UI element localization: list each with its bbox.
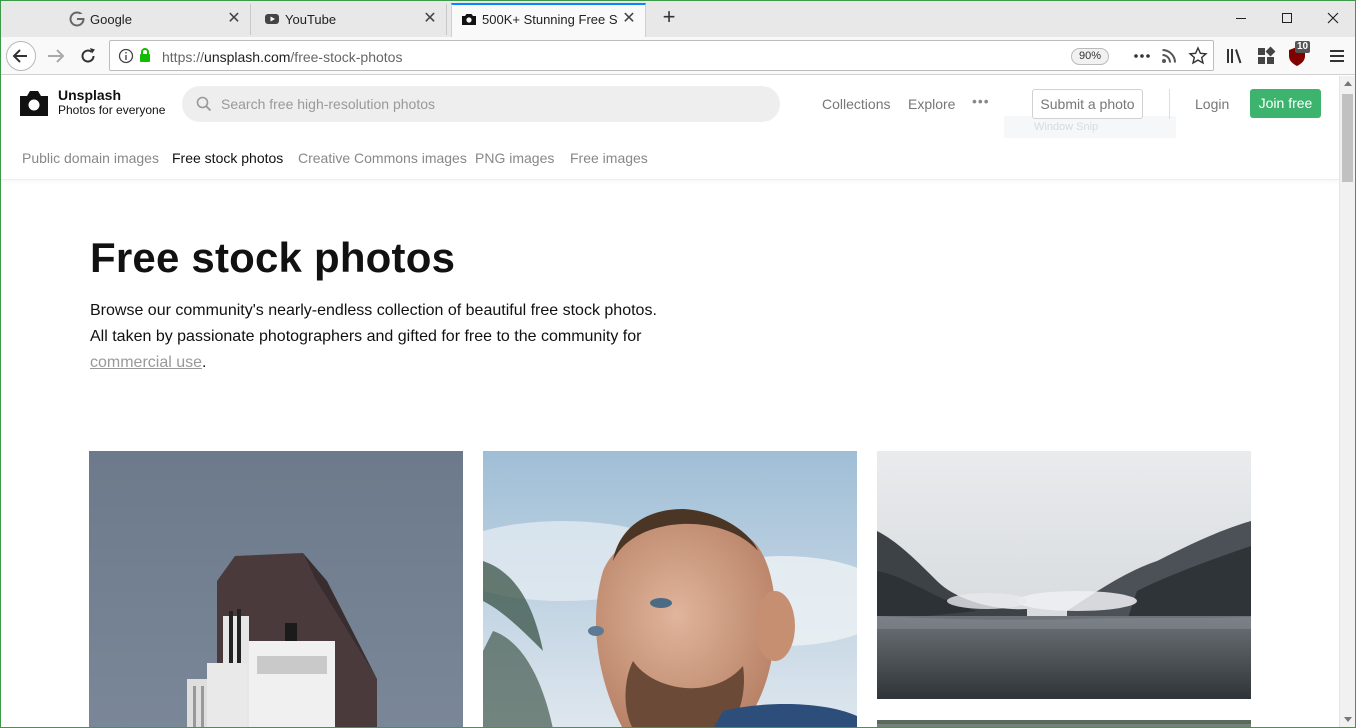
back-arrow-icon xyxy=(12,49,27,63)
partial-photo-image xyxy=(877,724,1251,727)
hero-trailing-period: . xyxy=(202,354,207,371)
tab-strip: Google ✕ YouTube ✕ 500K+ Stunning Free S… xyxy=(1,1,1355,37)
tooltip-text: Window Snip xyxy=(1034,121,1099,133)
google-g-icon xyxy=(69,11,85,27)
hero-description-line-3: commercial use. xyxy=(90,354,206,372)
library-icon[interactable] xyxy=(1224,45,1246,67)
subnav-free-stock-photos[interactable]: Free stock photos xyxy=(172,150,283,166)
reload-button[interactable] xyxy=(73,41,103,71)
tab-youtube[interactable]: YouTube ✕ xyxy=(255,4,447,35)
info-icon[interactable] xyxy=(118,48,134,64)
hero-description-line-1: Browse our community's nearly-endless co… xyxy=(90,302,657,319)
back-button[interactable] xyxy=(6,41,36,71)
page-actions-icon[interactable] xyxy=(1132,49,1152,63)
site-header: Unsplash Photos for everyone Collections… xyxy=(1,76,1339,180)
photo-mountain-lake[interactable] xyxy=(877,451,1251,699)
url-path: /free-stock-photos xyxy=(290,49,403,65)
close-tab-icon[interactable]: ✕ xyxy=(621,11,637,27)
reload-icon xyxy=(81,48,95,63)
portrait-photo-image xyxy=(483,451,857,727)
page-content: Unsplash Photos for everyone Collections… xyxy=(1,76,1339,727)
close-tab-icon[interactable]: ✕ xyxy=(422,11,438,27)
photo-portrait[interactable] xyxy=(483,451,857,727)
submit-photo-button[interactable]: Submit a photo xyxy=(1032,89,1143,119)
nav-explore[interactable]: Explore xyxy=(908,96,955,112)
ublock-button[interactable]: 10 xyxy=(1286,41,1311,67)
search-icon xyxy=(196,96,212,112)
forward-button[interactable] xyxy=(41,41,71,71)
url-text[interactable]: https://unsplash.com/free-stock-photos xyxy=(162,49,402,65)
lake-photo-image xyxy=(877,451,1251,699)
hero-description-line-2: All taken by passionate photographers an… xyxy=(90,328,642,345)
maximize-button[interactable] xyxy=(1275,7,1299,29)
bookmark-star-icon[interactable] xyxy=(1188,46,1208,66)
navigation-toolbar: https://unsplash.com/free-stock-photos 9… xyxy=(1,37,1355,75)
lock-icon[interactable] xyxy=(138,47,152,63)
browser-window: Google ✕ YouTube ✕ 500K+ Stunning Free S… xyxy=(0,0,1356,728)
new-tab-button[interactable]: + xyxy=(659,6,679,28)
building-photo-image xyxy=(89,451,463,727)
zoom-badge[interactable]: 90% xyxy=(1071,48,1109,65)
minimize-icon xyxy=(1236,18,1246,19)
more-options-button[interactable]: ••• xyxy=(972,93,990,109)
unsplash-camera-logo[interactable] xyxy=(19,89,49,117)
minimize-button[interactable] xyxy=(1229,7,1253,29)
close-icon xyxy=(1327,12,1339,24)
page-title: Free stock photos xyxy=(90,234,456,281)
url-bar[interactable]: https://unsplash.com/free-stock-photos 9… xyxy=(109,40,1214,71)
extensions-grid-icon[interactable] xyxy=(1255,45,1277,67)
login-link[interactable]: Login xyxy=(1195,96,1229,112)
brand-tagline: Photos for everyone xyxy=(58,103,166,117)
rss-icon[interactable] xyxy=(1160,47,1178,65)
brand-name[interactable]: Unsplash xyxy=(58,87,121,103)
url-host: unsplash.com xyxy=(204,49,291,65)
nav-collections[interactable]: Collections xyxy=(822,96,890,112)
youtube-icon xyxy=(265,14,279,24)
scrollbar-thumb[interactable] xyxy=(1342,94,1353,182)
commercial-use-link[interactable]: commercial use xyxy=(90,354,202,371)
hamburger-menu-icon[interactable] xyxy=(1326,45,1348,67)
scroll-down-icon[interactable] xyxy=(1343,714,1353,724)
subnav-png-images[interactable]: PNG images xyxy=(475,150,554,166)
ublock-count-badge: 10 xyxy=(1295,41,1311,53)
close-tab-icon[interactable]: ✕ xyxy=(226,11,242,27)
tab-unsplash[interactable]: 500K+ Stunning Free Stoc ✕ xyxy=(451,3,646,37)
url-scheme: https:// xyxy=(162,49,205,65)
vertical-scrollbar[interactable] xyxy=(1339,76,1355,727)
search-input[interactable] xyxy=(221,86,761,122)
tab-title: Google xyxy=(90,12,132,27)
header-divider xyxy=(1169,89,1170,119)
window-snip-tooltip: Window Snip xyxy=(1004,116,1176,138)
tab-title: 500K+ Stunning Free Stoc xyxy=(482,12,618,27)
subnav-free-images[interactable]: Free images xyxy=(570,150,648,166)
forward-arrow-icon xyxy=(48,49,65,63)
subnav-public-domain[interactable]: Public domain images xyxy=(22,150,159,166)
photo-partial[interactable] xyxy=(877,720,1251,727)
camera-icon xyxy=(462,14,476,25)
photo-building[interactable] xyxy=(89,451,463,727)
subnav-creative-commons[interactable]: Creative Commons images xyxy=(298,150,467,166)
maximize-icon xyxy=(1282,13,1292,23)
tab-title: YouTube xyxy=(285,12,337,27)
close-window-button[interactable] xyxy=(1321,7,1345,29)
search-box[interactable] xyxy=(182,86,780,122)
scroll-up-icon[interactable] xyxy=(1343,79,1353,89)
join-free-button[interactable]: Join free xyxy=(1250,89,1321,118)
tab-google[interactable]: Google ✕ xyxy=(60,4,251,35)
